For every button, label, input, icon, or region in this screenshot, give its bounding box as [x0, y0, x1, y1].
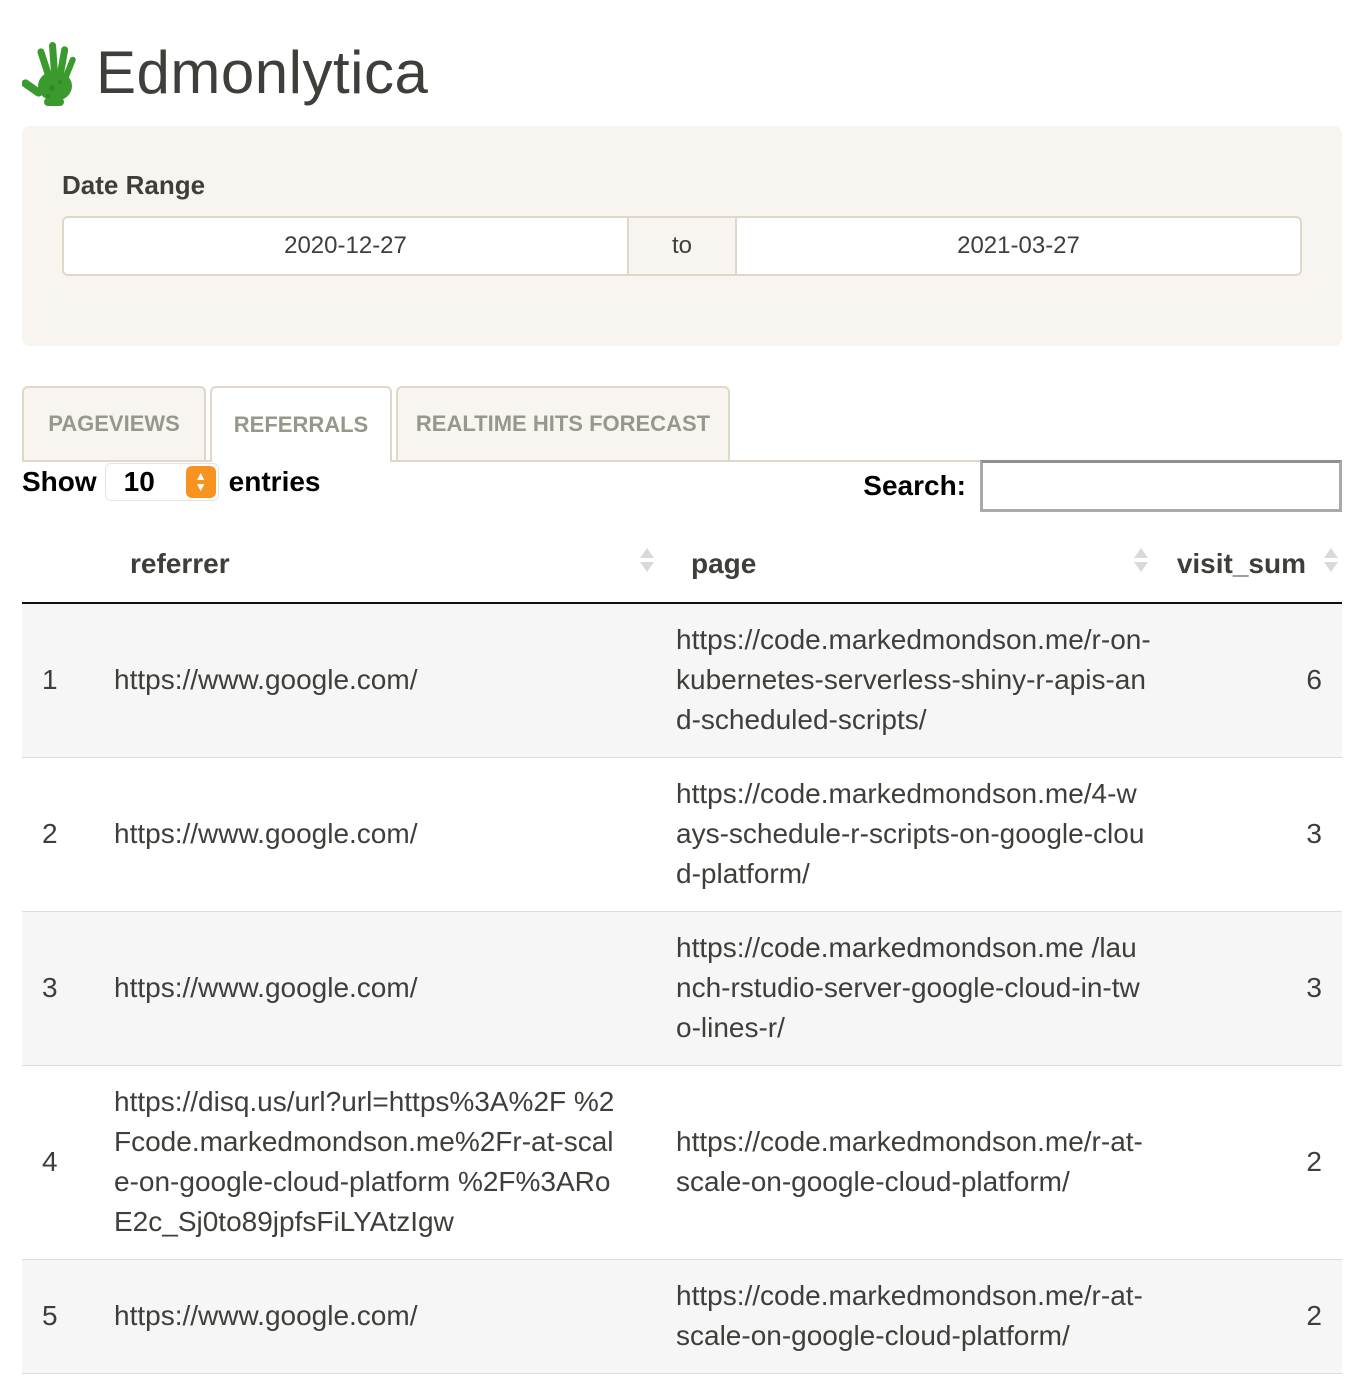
- row-index: 4: [22, 1065, 114, 1260]
- app-header: Edmonlytica: [22, 38, 428, 108]
- row-index: 1: [22, 603, 114, 758]
- visit-sum-column-header[interactable]: visit_sum: [1162, 526, 1342, 604]
- page-header-label: page: [691, 548, 757, 579]
- table-row[interactable]: 5 https://www.google.com/ https://code.m…: [22, 1259, 1342, 1374]
- referrer-cell: https://www.google.com/: [114, 911, 662, 1066]
- page-length-control: Show 10 ▲ ▼ entries: [22, 462, 321, 502]
- page-cell: https://code.markedmondson.me /launch-rs…: [662, 911, 1162, 1066]
- referrer-cell: https://www.google.com/: [114, 1259, 662, 1374]
- show-label: Show: [22, 466, 97, 497]
- row-index: 2: [22, 757, 114, 912]
- sort-arrows-icon: [1324, 548, 1338, 580]
- app-title: Edmonlytica: [96, 39, 429, 106]
- page-cell: https://code.markedmondson.me/r-at-scale…: [662, 1065, 1162, 1260]
- page-column-header[interactable]: page: [662, 526, 1162, 604]
- referrer-column-header[interactable]: referrer: [114, 526, 662, 604]
- table-row[interactable]: 2 https://www.google.com/ https://code.m…: [22, 757, 1342, 912]
- referrer-header-label: referrer: [130, 548, 230, 579]
- visit-sum-header-label: visit_sum: [1176, 548, 1306, 579]
- start-date-input[interactable]: [64, 218, 627, 274]
- table-row[interactable]: 4 https://disq.us/url?url=https%3A%2F %2…: [22, 1065, 1342, 1260]
- table-row[interactable]: 1 https://www.google.com/ https://code.m…: [22, 603, 1342, 758]
- page-length-value: 10: [123, 466, 155, 497]
- search-label: Search:: [863, 470, 966, 501]
- sort-arrows-icon: [1134, 548, 1148, 580]
- referrer-cell: https://disq.us/url?url=https%3A%2F %2Fc…: [114, 1065, 662, 1260]
- visit-sum-cell: 2: [1162, 1259, 1342, 1374]
- index-column-header: [22, 526, 114, 604]
- table-search: Search:: [863, 460, 1342, 512]
- tab-referrals[interactable]: REFERRALS: [210, 386, 392, 462]
- date-range-label: Date Range: [62, 170, 206, 200]
- page-cell: https://code.markedmondson.me/r-at-scale…: [662, 1259, 1162, 1374]
- filter-panel: Date Range to: [22, 126, 1342, 346]
- date-range-input: to: [62, 216, 1302, 276]
- visit-sum-cell: 3: [1162, 911, 1342, 1066]
- end-date-input[interactable]: [737, 218, 1300, 274]
- tab-pageviews[interactable]: PAGEVIEWS: [22, 386, 206, 460]
- tab-bar: PAGEVIEWS REFERRALS REALTIME HITS FORECA…: [22, 386, 1342, 462]
- referrer-cell: https://www.google.com/: [114, 757, 662, 912]
- visit-sum-cell: 2: [1162, 1065, 1342, 1260]
- visit-sum-cell: 6: [1162, 603, 1342, 758]
- row-index: 3: [22, 911, 114, 1066]
- sort-arrows-icon: [640, 548, 654, 580]
- date-range-separator: to: [627, 218, 737, 274]
- green-handprint-icon: [22, 41, 76, 106]
- referrer-cell: https://www.google.com/: [114, 603, 662, 758]
- tab-realtime-hits-forecast[interactable]: REALTIME HITS FORECAST: [396, 386, 730, 460]
- table-header-row: referrer page visit_sum: [22, 526, 1342, 604]
- search-input[interactable]: [980, 460, 1342, 512]
- visit-sum-cell: 3: [1162, 757, 1342, 912]
- page-cell: https://code.markedmondson.me/r-on-kuber…: [662, 603, 1162, 758]
- entries-label: entries: [228, 466, 321, 497]
- page-length-select[interactable]: 10 ▲ ▼: [104, 463, 219, 501]
- referrals-table: referrer page visit_sum 1 https://www.go…: [22, 526, 1342, 1374]
- select-arrows-icon: ▲ ▼: [185, 466, 216, 498]
- table-row[interactable]: 3 https://www.google.com/ https://code.m…: [22, 911, 1342, 1066]
- page-cell: https://code.markedmondson.me/4-ways-sch…: [662, 757, 1162, 912]
- row-index: 5: [22, 1259, 114, 1374]
